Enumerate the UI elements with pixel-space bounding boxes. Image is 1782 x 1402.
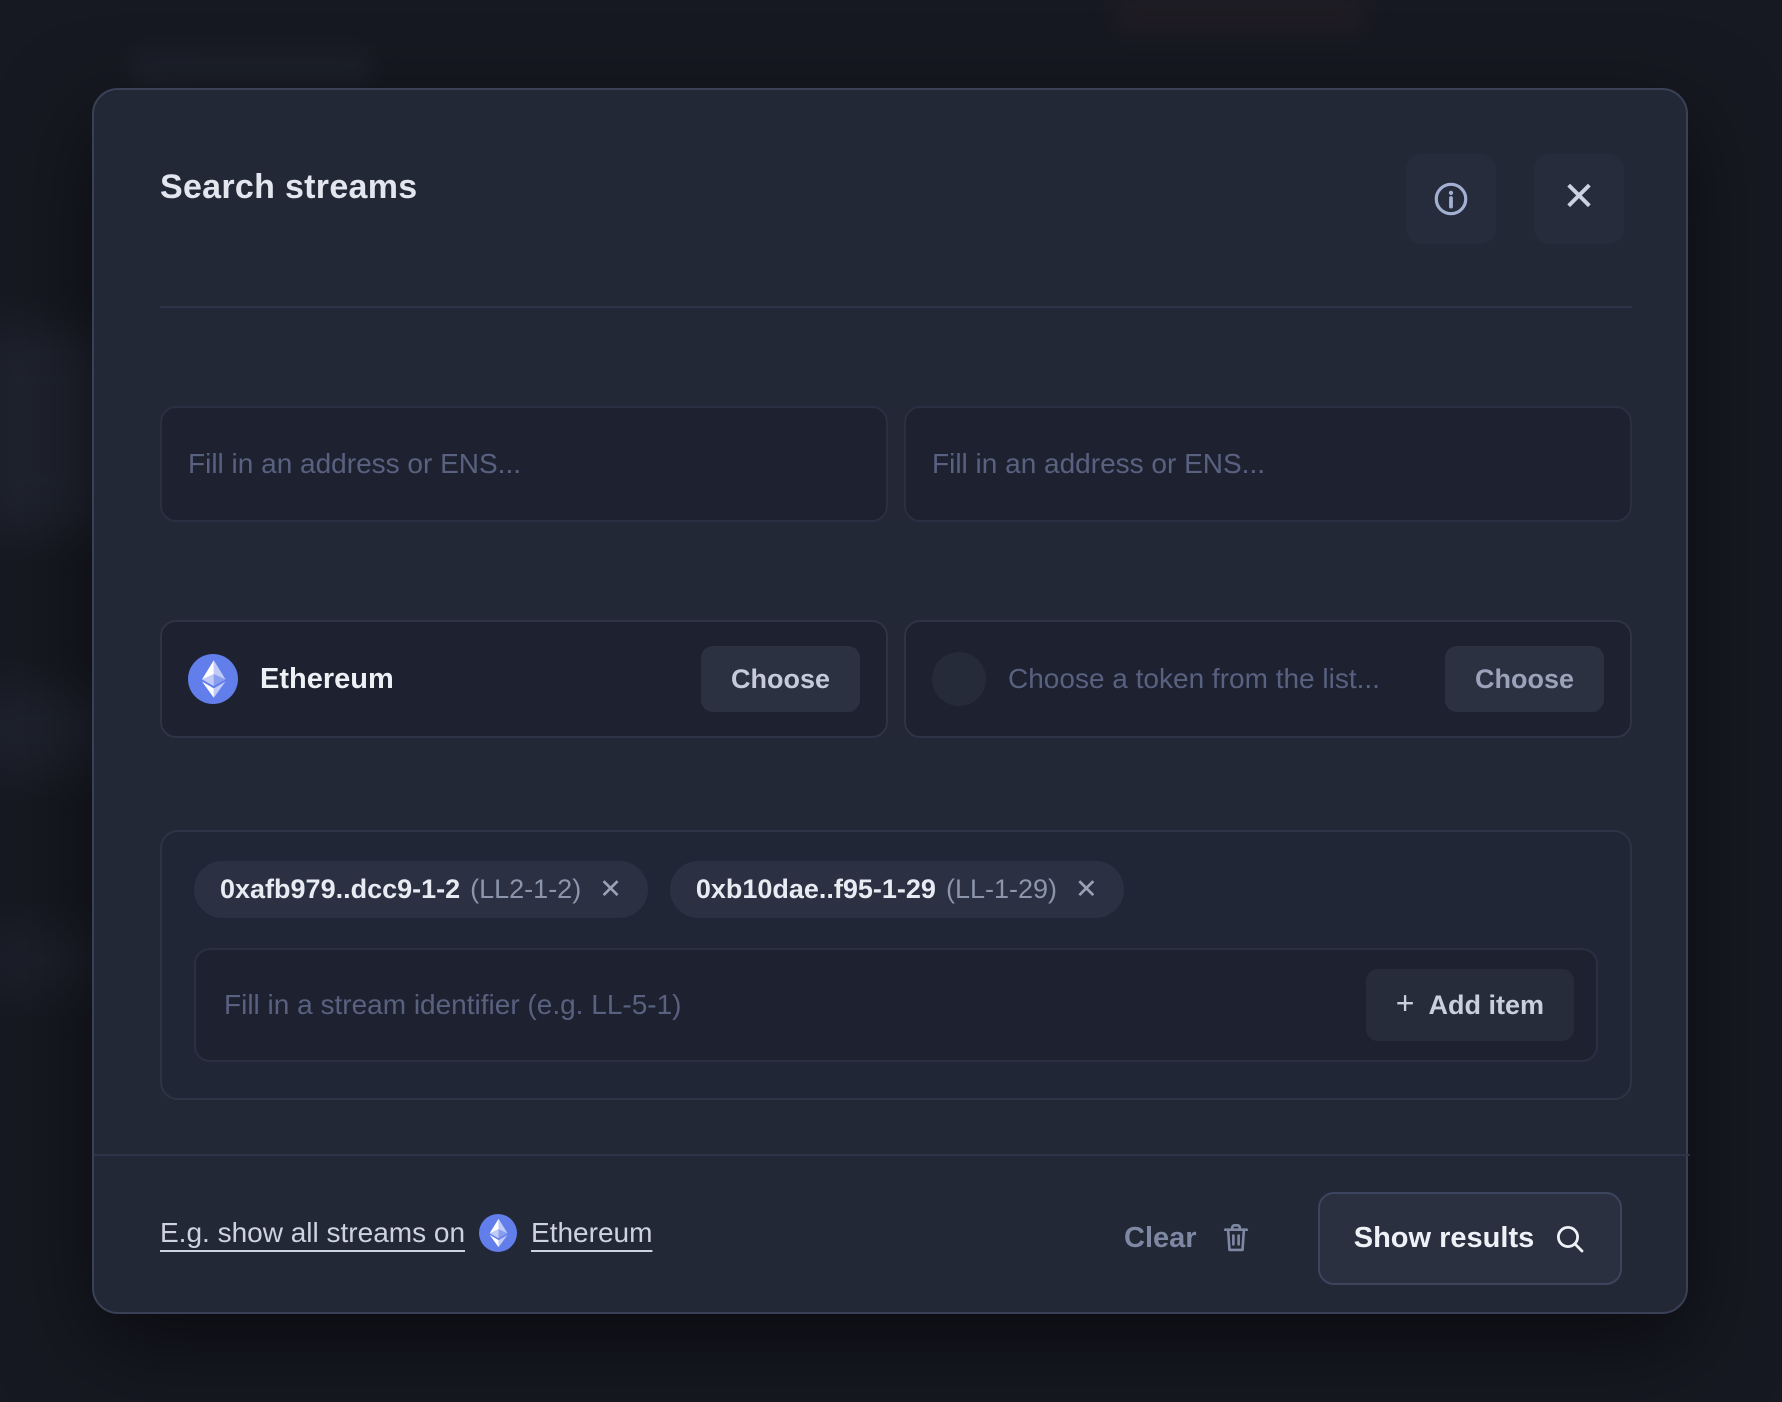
sender-input[interactable] — [160, 406, 888, 522]
example-link-text: E.g. show all streams on — [160, 1217, 465, 1249]
stream-chips: 0xafb979..dcc9-1-2 (LL2-1-2) ✕ 0xb10dae.… — [194, 861, 1124, 918]
add-item-label: Add item — [1428, 990, 1544, 1021]
chain-select[interactable]: Ethereum Choose — [160, 620, 888, 738]
ethereum-icon — [188, 654, 238, 704]
show-results-button[interactable]: Show results — [1318, 1192, 1622, 1285]
chip-remove-icon[interactable]: ✕ — [599, 876, 622, 903]
header-divider — [160, 306, 1632, 308]
search-streams-modal: Search streams ✕ Sender Recipient — [92, 88, 1688, 1314]
stream-identifier-field: + Add item — [194, 948, 1598, 1062]
clear-button[interactable]: Clear — [1124, 1220, 1253, 1256]
token-choose-button[interactable]: Choose — [1445, 646, 1604, 712]
token-placeholder-circle — [932, 652, 986, 706]
close-button[interactable]: ✕ — [1534, 154, 1624, 244]
stream-chip: 0xb10dae..f95-1-29 (LL-1-29) ✕ — [670, 861, 1124, 918]
backdrop-blur-shape — [1115, 0, 1365, 34]
stream-identifier-input[interactable] — [224, 989, 1366, 1021]
streams-field: 0xafb979..dcc9-1-2 (LL2-1-2) ✕ 0xb10dae.… — [160, 830, 1632, 1100]
plus-icon: + — [1396, 987, 1415, 1019]
stream-chip-id: 0xafb979..dcc9-1-2 — [220, 874, 460, 905]
recipient-input[interactable] — [904, 406, 1632, 522]
chain-value: Ethereum — [260, 663, 394, 696]
show-results-label: Show results — [1354, 1222, 1535, 1255]
ethereum-icon — [479, 1214, 517, 1252]
example-streams-link[interactable]: E.g. show all streams on Ethereum — [160, 1214, 652, 1252]
backdrop-blur-shape — [130, 52, 370, 86]
info-icon — [1432, 180, 1470, 218]
chain-choose-button[interactable]: Choose — [701, 646, 860, 712]
token-placeholder: Choose a token from the list... — [1008, 663, 1445, 695]
stream-chip: 0xafb979..dcc9-1-2 (LL2-1-2) ✕ — [194, 861, 648, 918]
close-icon: ✕ — [1562, 177, 1596, 217]
example-link-chain: Ethereum — [531, 1217, 652, 1249]
trash-icon — [1219, 1220, 1253, 1256]
clear-label: Clear — [1124, 1222, 1197, 1255]
chip-remove-icon[interactable]: ✕ — [1075, 876, 1098, 903]
footer-divider — [94, 1154, 1690, 1156]
add-item-button[interactable]: + Add item — [1366, 969, 1574, 1041]
stream-chip-alias: (LL2-1-2) — [470, 874, 581, 905]
modal-info-button[interactable] — [1406, 154, 1496, 244]
stream-chip-alias: (LL-1-29) — [946, 874, 1057, 905]
token-select[interactable]: Choose a token from the list... Choose — [904, 620, 1632, 738]
stream-chip-id: 0xb10dae..f95-1-29 — [696, 874, 936, 905]
search-icon — [1554, 1223, 1586, 1255]
page-title: Search streams — [160, 168, 417, 207]
